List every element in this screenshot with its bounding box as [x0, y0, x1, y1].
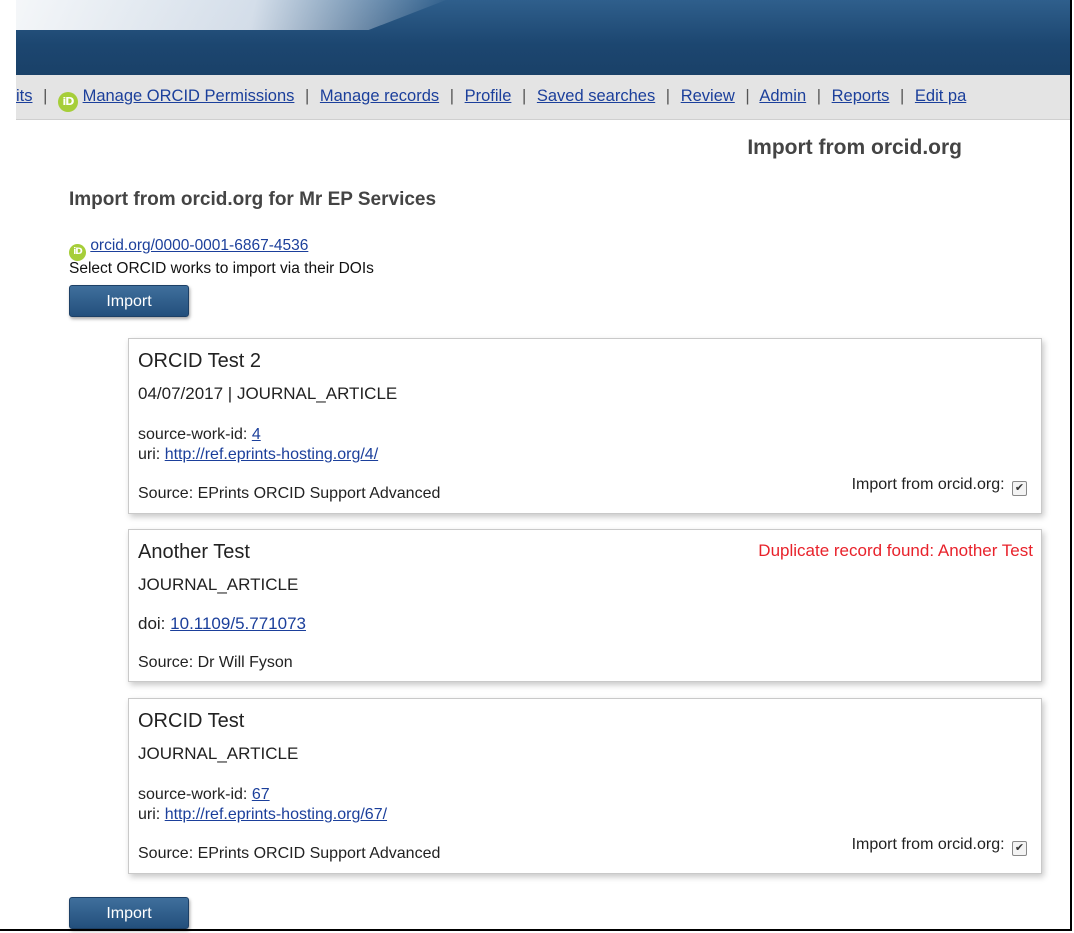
screenshot-border — [0, 0, 1072, 931]
